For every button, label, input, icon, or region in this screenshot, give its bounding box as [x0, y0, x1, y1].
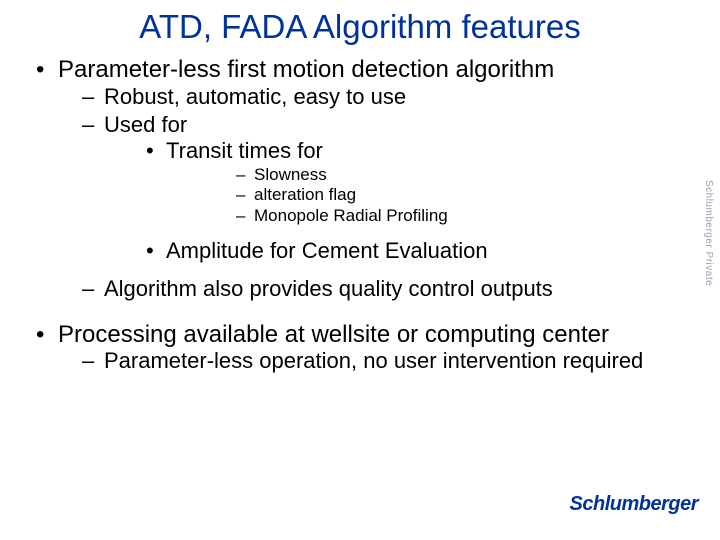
bullet-l3: Transit times for Slowness alteration fl…	[104, 138, 690, 226]
slide: ATD, FADA Algorithm features Parameter-l…	[0, 0, 720, 540]
bullet-l4: Slowness	[166, 165, 690, 185]
bullet-l2: Robust, automatic, easy to use	[58, 84, 690, 110]
bullet-l3: Amplitude for Cement Evaluation	[104, 238, 690, 264]
bullet-text: Monopole Radial Profiling	[254, 206, 448, 225]
bullet-text: Used for	[104, 112, 187, 137]
slide-title: ATD, FADA Algorithm features	[30, 8, 690, 46]
bullet-l1: Processing available at wellsite or comp…	[30, 321, 690, 375]
bullet-l2: Parameter-less operation, no user interv…	[58, 348, 690, 374]
bullet-text: Processing available at wellsite or comp…	[58, 321, 609, 348]
bullet-list: Parameter-less first motion detection al…	[30, 56, 690, 303]
confidentiality-watermark: Schlumberger Private	[703, 180, 714, 286]
bullet-l4: alteration flag	[166, 185, 690, 205]
bullet-text: Parameter-less first motion detection al…	[58, 56, 554, 83]
bullet-l1: Parameter-less first motion detection al…	[30, 56, 690, 303]
bullet-l2: Used for Transit times for Slowness alte…	[58, 112, 690, 264]
brand-logo: Schlumberger	[570, 493, 698, 516]
bullet-text: Algorithm also provides quality control …	[104, 276, 553, 301]
bullet-text: Amplitude for Cement Evaluation	[166, 238, 488, 263]
bullet-text: Parameter-less operation, no user interv…	[104, 348, 643, 373]
bullet-list: Processing available at wellsite or comp…	[30, 321, 690, 375]
bullet-text: Slowness	[254, 165, 327, 184]
bullet-l2: Algorithm also provides quality control …	[58, 276, 690, 302]
bullet-text: Robust, automatic, easy to use	[104, 84, 406, 109]
bullet-text: Transit times for	[166, 138, 323, 163]
bullet-text: alteration flag	[254, 185, 356, 204]
bullet-l4: Monopole Radial Profiling	[166, 206, 690, 226]
